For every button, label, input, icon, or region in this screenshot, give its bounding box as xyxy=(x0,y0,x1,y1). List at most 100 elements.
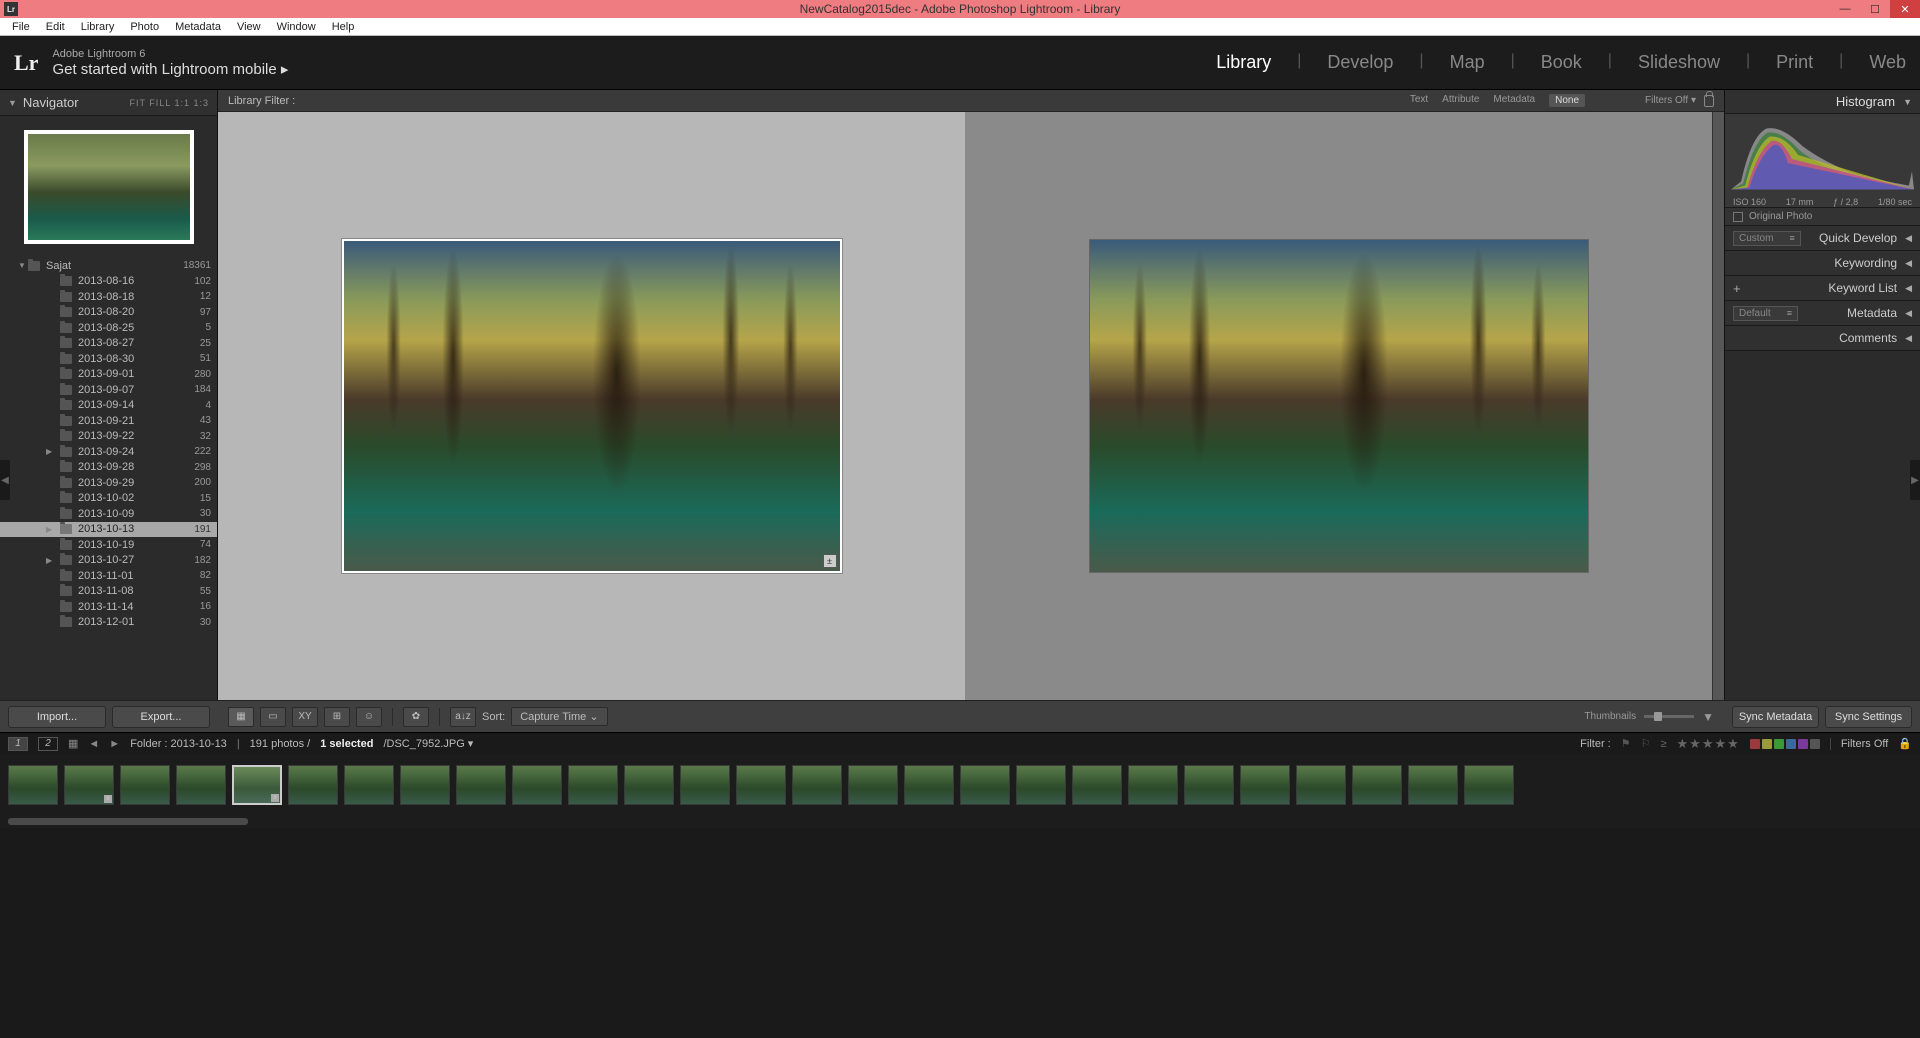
filmstrip-thumb[interactable] xyxy=(344,765,394,805)
quick-develop-header[interactable]: Custom Quick Develop ◀ xyxy=(1725,226,1920,251)
mobile-cta[interactable]: Get started with Lightroom mobile ▸ xyxy=(52,60,288,78)
people-view-icon[interactable]: ☺ xyxy=(356,707,382,727)
survey-view-icon[interactable]: ⊞ xyxy=(324,707,350,727)
folder-row[interactable]: 2013-11-1416 xyxy=(0,599,217,615)
compare-view-icon[interactable]: XY xyxy=(292,707,318,727)
menu-window[interactable]: Window xyxy=(269,21,324,33)
filter-tab-metadata[interactable]: Metadata xyxy=(1493,94,1535,107)
photo-5[interactable]: ± xyxy=(342,239,842,573)
menu-library[interactable]: Library xyxy=(73,21,123,33)
filmstrip-thumb[interactable] xyxy=(1184,765,1234,805)
flag-reject-icon[interactable]: ⚐ xyxy=(1641,737,1651,750)
filmstrip-thumb[interactable]: ± xyxy=(64,765,114,805)
second-window-button[interactable]: 2 xyxy=(38,737,58,751)
sort-direction-icon[interactable]: a↓z xyxy=(450,707,476,727)
folder-row[interactable]: 2013-12-0130 xyxy=(0,615,217,631)
folder-row[interactable]: 2013-11-0182 xyxy=(0,568,217,584)
photo-6[interactable] xyxy=(1089,239,1589,573)
filmstrip-thumb[interactable] xyxy=(1016,765,1066,805)
filmstrip-thumb[interactable] xyxy=(848,765,898,805)
rating-filter[interactable]: ★★★★★ xyxy=(1677,736,1740,752)
filters-preset-dropdown[interactable]: Filters Off xyxy=(1830,738,1888,750)
filmstrip-thumb[interactable] xyxy=(904,765,954,805)
survey-cell-6[interactable]: 6 xyxy=(965,112,1712,700)
folder-row[interactable]: 2013-09-28298 xyxy=(0,460,217,476)
filter-lock-icon[interactable]: 🔒 xyxy=(1898,737,1912,750)
module-library[interactable]: Library xyxy=(1216,52,1271,73)
filmstrip-thumb[interactable] xyxy=(176,765,226,805)
add-keyword-icon[interactable]: + xyxy=(1733,281,1741,296)
left-panel-toggle[interactable]: ◀ xyxy=(0,460,10,500)
filmstrip-thumb[interactable] xyxy=(792,765,842,805)
sync-metadata-button[interactable]: Sync Metadata xyxy=(1732,706,1819,728)
thumbnail-size-slider[interactable] xyxy=(1644,715,1694,718)
scrollbar-vertical[interactable] xyxy=(1712,112,1724,700)
menu-help[interactable]: Help xyxy=(324,21,363,33)
module-slideshow[interactable]: Slideshow xyxy=(1638,52,1720,73)
folder-row[interactable]: 2013-08-2097 xyxy=(0,305,217,321)
export-button[interactable]: Export... xyxy=(112,706,210,728)
navigator-header[interactable]: ▼ Navigator FIT FILL 1:1 1:3 xyxy=(0,90,217,116)
filmstrip-thumb[interactable] xyxy=(736,765,786,805)
metadata-preset-select[interactable]: Default xyxy=(1733,306,1798,321)
main-window-button[interactable]: 1 xyxy=(8,737,28,751)
filters-off-dropdown[interactable]: Filters Off ▾ xyxy=(1645,95,1696,106)
module-develop[interactable]: Develop xyxy=(1327,52,1393,73)
folder-row[interactable]: 2013-10-0215 xyxy=(0,491,217,507)
filmstrip-thumb[interactable] xyxy=(512,765,562,805)
menu-view[interactable]: View xyxy=(229,21,269,33)
folder-row[interactable]: 2013-09-29200 xyxy=(0,475,217,491)
filmstrip-thumb[interactable] xyxy=(1072,765,1122,805)
histogram-header[interactable]: Histogram ▼ xyxy=(1725,90,1920,114)
survey-cell-5[interactable]: 5 ± xyxy=(218,112,965,700)
filmstrip-thumb[interactable] xyxy=(1240,765,1290,805)
menu-file[interactable]: File xyxy=(4,21,38,33)
sort-dropdown[interactable]: Capture Time ⌄ xyxy=(511,707,607,726)
filmstrip-thumb[interactable] xyxy=(400,765,450,805)
original-photo-row[interactable]: Original Photo xyxy=(1725,208,1920,226)
folder-row[interactable]: 2013-08-16102 xyxy=(0,274,217,290)
back-icon[interactable]: ◄ xyxy=(88,738,99,750)
filter-tab-text[interactable]: Text xyxy=(1410,94,1428,107)
grid-icon[interactable]: ▦ xyxy=(68,737,78,750)
filmstrip[interactable]: ±± xyxy=(0,754,1920,816)
filmstrip-thumb[interactable]: ± xyxy=(232,765,282,805)
menu-photo[interactable]: Photo xyxy=(122,21,167,33)
right-panel-toggle[interactable]: ▶ xyxy=(1910,460,1920,500)
folder-row[interactable]: 2013-09-2232 xyxy=(0,429,217,445)
filmstrip-thumb[interactable] xyxy=(1408,765,1458,805)
folder-row[interactable]: 2013-09-07184 xyxy=(0,382,217,398)
folder-row[interactable]: ▶2013-09-24222 xyxy=(0,444,217,460)
filter-tab-attribute[interactable]: Attribute xyxy=(1442,94,1479,107)
filmstrip-thumb[interactable] xyxy=(1352,765,1402,805)
module-web[interactable]: Web xyxy=(1869,52,1906,73)
folder-row[interactable]: ▶2013-10-13191 xyxy=(0,522,217,538)
filmstrip-thumb[interactable] xyxy=(1128,765,1178,805)
treatment-select[interactable]: Custom xyxy=(1733,231,1801,246)
keyword-list-header[interactable]: + Keyword List ◀ xyxy=(1725,276,1920,301)
folder-row[interactable]: 2013-10-1974 xyxy=(0,537,217,553)
minimize-button[interactable]: — xyxy=(1830,0,1860,18)
folder-parent[interactable]: ▼Sajat18361 xyxy=(0,258,217,274)
filmstrip-thumb[interactable] xyxy=(680,765,730,805)
maximize-button[interactable]: ☐ xyxy=(1860,0,1890,18)
folder-row[interactable]: 2013-09-2143 xyxy=(0,413,217,429)
menu-edit[interactable]: Edit xyxy=(38,21,73,33)
filmstrip-scrollbar[interactable] xyxy=(0,816,1920,828)
filmstrip-thumb[interactable] xyxy=(568,765,618,805)
folder-row[interactable]: 2013-08-255 xyxy=(0,320,217,336)
filter-tab-none[interactable]: None xyxy=(1549,94,1585,107)
filename[interactable]: /DSC_7952.JPG ▾ xyxy=(383,737,473,750)
filmstrip-thumb[interactable] xyxy=(960,765,1010,805)
filmstrip-thumb[interactable] xyxy=(1464,765,1514,805)
source-label[interactable]: Folder : 2013-10-13 xyxy=(130,738,227,750)
module-map[interactable]: Map xyxy=(1450,52,1485,73)
loupe-view-icon[interactable]: ▭ xyxy=(260,707,286,727)
close-button[interactable]: ✕ xyxy=(1890,0,1920,18)
module-print[interactable]: Print xyxy=(1776,52,1813,73)
filmstrip-thumb[interactable] xyxy=(624,765,674,805)
flag-pick-icon[interactable]: ⚑ xyxy=(1621,737,1631,750)
comments-header[interactable]: Comments ◀ xyxy=(1725,326,1920,351)
folder-row[interactable]: 2013-10-0930 xyxy=(0,506,217,522)
module-book[interactable]: Book xyxy=(1541,52,1582,73)
